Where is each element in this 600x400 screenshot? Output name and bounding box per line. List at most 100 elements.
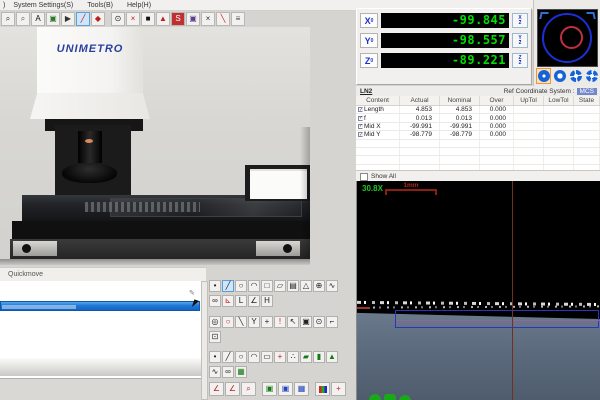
stage-stop-icon[interactable]: ■ — [141, 12, 155, 26]
row-checkbox[interactable]: ✓ — [358, 132, 363, 137]
concentric-tool[interactable]: ◎ — [209, 316, 221, 328]
col-header-content[interactable]: Content — [356, 96, 400, 105]
row-checkbox[interactable]: ✓ — [358, 107, 363, 112]
output-dxf-tool[interactable]: ▣ — [278, 382, 293, 396]
ring-tool[interactable]: ○ — [222, 316, 234, 328]
quickmove-titlebar[interactable]: Quickmove — [0, 267, 206, 282]
polygon-tool[interactable]: ▱ — [274, 280, 286, 292]
branch-tool[interactable]: Y — [248, 316, 260, 328]
coord-build-b-tool[interactable]: ∠ — [225, 382, 240, 396]
measure-icon[interactable]: ◆ — [91, 12, 105, 26]
zoom-in-icon[interactable]: ⌕ — [1, 12, 15, 26]
capture-box-tool[interactable]: ⊡ — [209, 331, 221, 343]
closed-curve-tool[interactable]: ∞ — [209, 295, 221, 307]
image-capture-icon[interactable]: ▣ — [46, 12, 60, 26]
table-row-3[interactable]: ✓Mid Y-98.779-98.7790.000 — [356, 131, 600, 139]
table-row-2[interactable]: ✓Mid X-99.991-99.9910.000 — [356, 123, 600, 131]
tolerance-icon[interactable]: × — [126, 12, 140, 26]
grid-scan-tool[interactable]: ▦ — [235, 366, 247, 378]
collapsed-panel-1[interactable] — [0, 358, 201, 376]
angle-arc-tool[interactable]: ⊾ — [222, 295, 234, 307]
curve-tool[interactable]: ∿ — [326, 280, 338, 292]
table-row-0[interactable]: ✓Length4.8534.8530.000 — [356, 106, 600, 114]
ring-light-all-button[interactable] — [536, 68, 551, 84]
settings-s-icon[interactable]: S — [171, 12, 185, 26]
auto-line-tool[interactable]: ╱ — [222, 351, 234, 363]
focus-crosshair-tool[interactable]: + — [331, 382, 346, 396]
arc-tool[interactable]: ◠ — [248, 280, 260, 292]
camera-live-view[interactable]: 30.8X 1mm — [356, 181, 600, 400]
cylinder-green-tool[interactable]: ▮ — [313, 351, 325, 363]
menu-item-2[interactable]: Tools(B) — [87, 2, 113, 9]
cone-tool[interactable]: ▲ — [326, 351, 338, 363]
circle-tool[interactable]: ○ — [235, 280, 247, 292]
auto-point-tool[interactable]: • — [209, 351, 221, 363]
point-tool[interactable]: • — [209, 280, 221, 292]
coord-zoom-tool[interactable]: ⌕ — [241, 382, 256, 396]
rect-tool[interactable]: □ — [261, 280, 273, 292]
auto-curve-tool[interactable]: ∿ — [209, 366, 221, 378]
edit-pen-icon[interactable]: ✎ — [189, 289, 195, 297]
menu-item-1[interactable]: System Settings(S) — [13, 2, 73, 9]
feature-name[interactable]: LN2 — [360, 88, 372, 95]
ring-light-quad-b-button[interactable] — [584, 68, 599, 84]
col-header-nominal[interactable]: Nominal — [440, 96, 480, 105]
pick-point-tool[interactable]: ! — [274, 316, 286, 328]
ring-light-inner-button[interactable] — [552, 68, 567, 84]
l-shape-tool[interactable]: L — [235, 295, 247, 307]
half-x-button[interactable]: X2 — [512, 13, 528, 28]
row-checkbox[interactable]: ✓ — [358, 116, 363, 121]
image-box-tool[interactable]: ▣ — [300, 316, 312, 328]
line-tool[interactable]: ╱ — [222, 280, 234, 292]
width-tool[interactable]: H — [261, 295, 273, 307]
show-all-checkbox[interactable] — [360, 173, 368, 181]
collapsed-panel-2[interactable] — [0, 378, 201, 400]
auto-blob-tool[interactable]: ∞ — [222, 366, 234, 378]
menu-item-3[interactable]: Help(H) — [127, 2, 151, 9]
text-annotation-icon[interactable]: A — [31, 12, 45, 26]
half-z-button[interactable]: Z2 — [512, 53, 528, 68]
pen-icon[interactable]: ╲ — [216, 12, 230, 26]
list-icon[interactable]: ≡ — [231, 12, 245, 26]
probe-tool[interactable]: + — [274, 351, 286, 363]
ring-light-quad-a-button[interactable] — [568, 68, 583, 84]
pick-cursor-tool[interactable]: ↖ — [287, 316, 299, 328]
rgb-adjust-tool[interactable] — [315, 382, 330, 396]
auto-arc-tool[interactable]: ◠ — [248, 351, 260, 363]
center-circle-tool[interactable]: ⊙ — [313, 316, 325, 328]
triangle-tool[interactable]: △ — [300, 280, 312, 292]
edge-detect-icon[interactable]: ╱ — [76, 12, 90, 26]
quickmove-scrollbar[interactable] — [201, 281, 208, 400]
quickmove-slider[interactable] — [0, 301, 200, 311]
half-y-button[interactable]: Y2 — [512, 33, 528, 48]
scan-rect-tool[interactable]: ▭ — [261, 351, 273, 363]
menu-item-0[interactable]: ) — [3, 2, 5, 9]
ref-coordinate-value[interactable]: MCS — [577, 88, 597, 95]
col-header-over[interactable]: Over — [480, 96, 514, 105]
zoom-out-icon[interactable]: ⌕ — [16, 12, 30, 26]
angle-tool[interactable]: ∠ — [248, 295, 260, 307]
coord-build-a-tool[interactable]: ∠ — [209, 382, 224, 396]
row-checkbox[interactable]: ✓ — [358, 124, 363, 129]
corner-tool[interactable]: ⌐ — [326, 316, 338, 328]
col-header-state[interactable]: State — [574, 96, 600, 105]
output-grid-tool[interactable]: ▦ — [294, 382, 309, 396]
circle-snap-icon[interactable]: ⊙ — [111, 12, 125, 26]
film-icon[interactable]: ▣ — [186, 12, 200, 26]
col-header-uptol[interactable]: UpTol — [514, 96, 544, 105]
plane-tool[interactable]: ▰ — [300, 351, 312, 363]
table-row-1[interactable]: ✓f0.0130.0130.000 — [356, 114, 600, 122]
edge-roi-box[interactable] — [395, 310, 599, 328]
auto-circle-tool[interactable]: ○ — [235, 351, 247, 363]
point-line-tool[interactable]: ╲ — [235, 316, 247, 328]
col-header-lowtol[interactable]: LowTol — [544, 96, 574, 105]
lamp-icon[interactable]: ▲ — [156, 12, 170, 26]
three-point-tool[interactable]: ∴ — [287, 351, 299, 363]
delete-icon[interactable]: × — [201, 12, 215, 26]
output-report-tool[interactable]: ▣ — [262, 382, 277, 396]
cross-tool[interactable]: + — [261, 316, 273, 328]
cylinder-tool[interactable]: ▤ — [287, 280, 299, 292]
sphere-tool[interactable]: ⊕ — [313, 280, 325, 292]
col-header-actual[interactable]: Actual — [400, 96, 440, 105]
pointer-icon[interactable]: ▶ — [61, 12, 75, 26]
